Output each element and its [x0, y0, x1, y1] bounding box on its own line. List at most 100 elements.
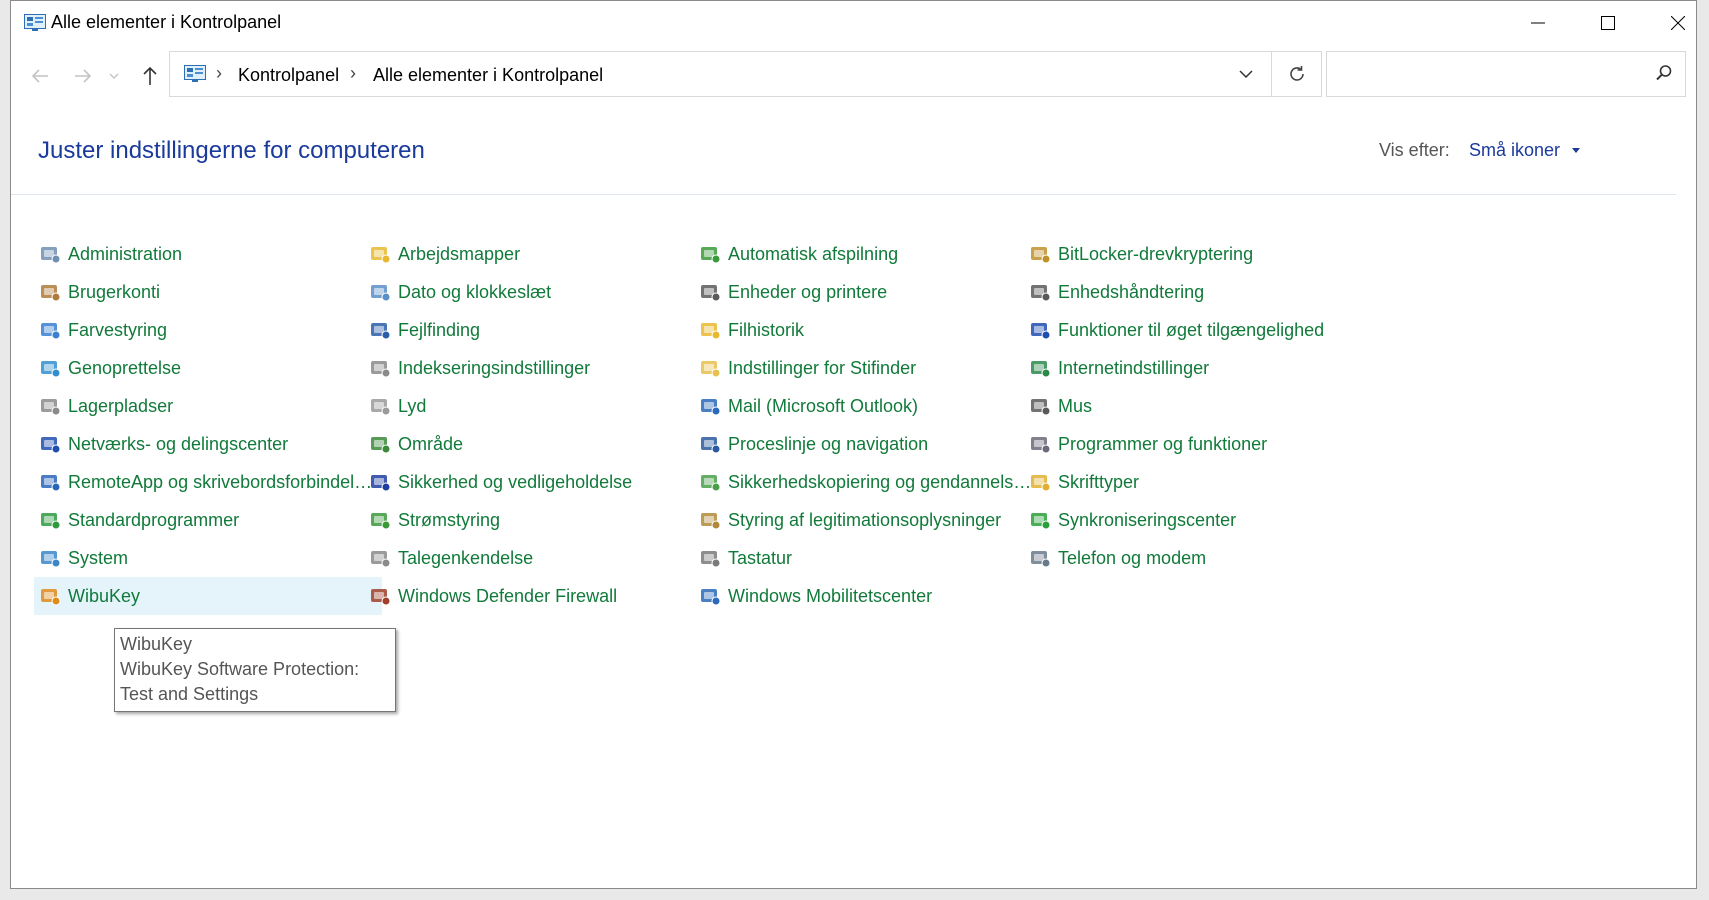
phone-modem-icon	[1028, 546, 1052, 570]
control-panel-item-label: Sikkerhedskopiering og gendannelse (Wind…	[728, 471, 1038, 492]
breadcrumb-all-items[interactable]: Alle elementer i Kontrolpanel	[373, 65, 603, 86]
control-panel-item[interactable]: Programmer og funktioner	[1024, 425, 1372, 463]
control-panel-item[interactable]: Genoprettelse	[34, 349, 382, 387]
internet-options-icon	[1028, 356, 1052, 380]
control-panel-item-label: Strømstyring	[398, 509, 501, 530]
forward-button[interactable]	[68, 61, 98, 91]
up-button[interactable]	[135, 61, 165, 91]
tooltip-title: WibuKey	[120, 634, 193, 654]
address-bar[interactable]: › Kontrolpanel › Alle elementer i Kontro…	[169, 51, 1272, 97]
control-panel-item[interactable]: Synkroniseringscenter	[1024, 501, 1372, 539]
search-icon[interactable]	[1655, 64, 1673, 82]
control-panel-item-label: Mail (Microsoft Outlook)	[728, 395, 919, 416]
control-panel-item-label: Windows Mobilitetscenter	[728, 585, 933, 606]
control-panel-item[interactable]: Windows Mobilitetscenter	[694, 577, 1042, 615]
control-panel-item[interactable]: Mus	[1024, 387, 1372, 425]
sync-icon	[1028, 508, 1052, 532]
control-panel-item-label: Telefon og modem	[1058, 547, 1207, 568]
control-panel-item[interactable]: Administration	[34, 235, 382, 273]
control-panel-item[interactable]: Brugerkonti	[34, 273, 382, 311]
control-panel-item[interactable]: Lyd	[364, 387, 712, 425]
date-time-icon	[368, 280, 392, 304]
control-panel-item[interactable]: Styring af legitimationsoplysninger	[694, 501, 1042, 539]
autoplay-icon	[698, 242, 722, 266]
region-icon	[368, 432, 392, 456]
control-panel-item[interactable]: Indekseringsindstillinger	[364, 349, 712, 387]
control-panel-item-label: Lagerpladser	[68, 395, 174, 416]
remoteapp-icon	[38, 470, 62, 494]
control-panel-item-label: Standardprogrammer	[68, 509, 240, 530]
back-button[interactable]	[25, 61, 55, 91]
control-panel-item[interactable]: Sikkerhedskopiering og gendannelse (Wind…	[694, 463, 1042, 501]
control-panel-item[interactable]: Fejlfinding	[364, 311, 712, 349]
chevron-down-icon	[1239, 70, 1253, 78]
control-panel-item[interactable]: Enhedshåndtering	[1024, 273, 1372, 311]
mail-icon	[698, 394, 722, 418]
control-panel-item[interactable]: WibuKey	[34, 577, 382, 615]
control-panel-item[interactable]: Talegenkendelse	[364, 539, 712, 577]
mobility-icon	[698, 584, 722, 608]
control-panel-item[interactable]: Lagerpladser	[34, 387, 382, 425]
back-arrow-icon	[31, 69, 48, 83]
breadcrumb-kontrolpanel[interactable]: Kontrolpanel	[238, 65, 339, 86]
control-panel-item[interactable]: Funktioner til øget tilgængelighed	[1024, 311, 1372, 349]
default-programs-icon	[38, 508, 62, 532]
control-panel-item[interactable]: Tastatur	[694, 539, 1042, 577]
view-by-dropdown[interactable]: Små ikoner	[1469, 140, 1560, 161]
maximize-button[interactable]	[1573, 1, 1643, 45]
control-panel-item-label: Farvestyring	[68, 319, 168, 340]
control-panel-item[interactable]: Strømstyring	[364, 501, 712, 539]
color-management-icon	[38, 318, 62, 342]
control-panel-item[interactable]: Sikkerhed og vedligeholdelse	[364, 463, 712, 501]
control-panel-item[interactable]: Arbejdsmapper	[364, 235, 712, 273]
control-panel-item-label: Enhedshåndtering	[1058, 281, 1205, 302]
power-icon	[368, 508, 392, 532]
control-panel-item-label: Styring af legitimationsoplysninger	[728, 509, 1002, 530]
control-panel-item[interactable]: Skrifttyper	[1024, 463, 1372, 501]
control-panel-item-label: Talegenkendelse	[398, 547, 534, 568]
control-panel-item-label: Fejlfinding	[398, 319, 481, 340]
network-icon	[38, 432, 62, 456]
control-panel-item[interactable]: Windows Defender Firewall	[364, 577, 712, 615]
control-panel-icon	[24, 14, 46, 31]
title-bar[interactable]: Alle elementer i Kontrolpanel	[11, 1, 1696, 45]
search-input[interactable]	[1326, 51, 1686, 97]
control-panel-item-label: Enheder og printere	[728, 281, 888, 302]
control-panel-item[interactable]: Telefon og modem	[1024, 539, 1372, 577]
fonts-icon	[1028, 470, 1052, 494]
control-panel-item[interactable]: Netværks- og delingscenter	[34, 425, 382, 463]
mouse-icon	[1028, 394, 1052, 418]
control-panel-item-label: Windows Defender Firewall	[398, 585, 618, 606]
explorer-options-icon	[698, 356, 722, 380]
control-panel-item[interactable]: Indstillinger for Stifinder	[694, 349, 1042, 387]
tooltip-description: WibuKey Software Protection: Test and Se…	[120, 659, 360, 704]
control-panel-item[interactable]: Mail (Microsoft Outlook)	[694, 387, 1042, 425]
address-history-button[interactable]	[1221, 52, 1271, 96]
control-panel-item-label: Mus	[1058, 395, 1093, 416]
control-panel-item[interactable]: Farvestyring	[34, 311, 382, 349]
control-panel-item[interactable]: Proceslinje og navigation	[694, 425, 1042, 463]
control-panel-item-label: WibuKey	[68, 585, 141, 606]
recent-locations-button[interactable]	[106, 61, 122, 91]
control-panel-item[interactable]: Standardprogrammer	[34, 501, 382, 539]
chevron-right-icon[interactable]: ›	[350, 63, 356, 84]
refresh-button[interactable]	[1272, 51, 1322, 97]
control-panel-item[interactable]: BitLocker-drevkryptering	[1024, 235, 1372, 273]
chevron-right-icon[interactable]: ›	[216, 63, 222, 84]
control-panel-item[interactable]: System	[34, 539, 382, 577]
control-panel-item-label: Tastatur	[728, 547, 793, 568]
administration-icon	[38, 242, 62, 266]
control-panel-item[interactable]: Dato og klokkeslæt	[364, 273, 712, 311]
backup-icon	[698, 470, 722, 494]
close-button[interactable]	[1643, 1, 1696, 45]
minimize-button[interactable]	[1503, 1, 1573, 45]
control-panel-item[interactable]: Område	[364, 425, 712, 463]
control-panel-item[interactable]: Enheder og printere	[694, 273, 1042, 311]
control-panel-icon	[184, 65, 206, 82]
control-panel-item[interactable]: Internetindstillinger	[1024, 349, 1372, 387]
caret-down-icon[interactable]	[1572, 148, 1580, 153]
control-panel-item[interactable]: Automatisk afspilning	[694, 235, 1042, 273]
window-title: Alle elementer i Kontrolpanel	[51, 12, 282, 32]
control-panel-item[interactable]: Filhistorik	[694, 311, 1042, 349]
control-panel-item[interactable]: RemoteApp og skrivebordsforbindelser	[34, 463, 382, 501]
